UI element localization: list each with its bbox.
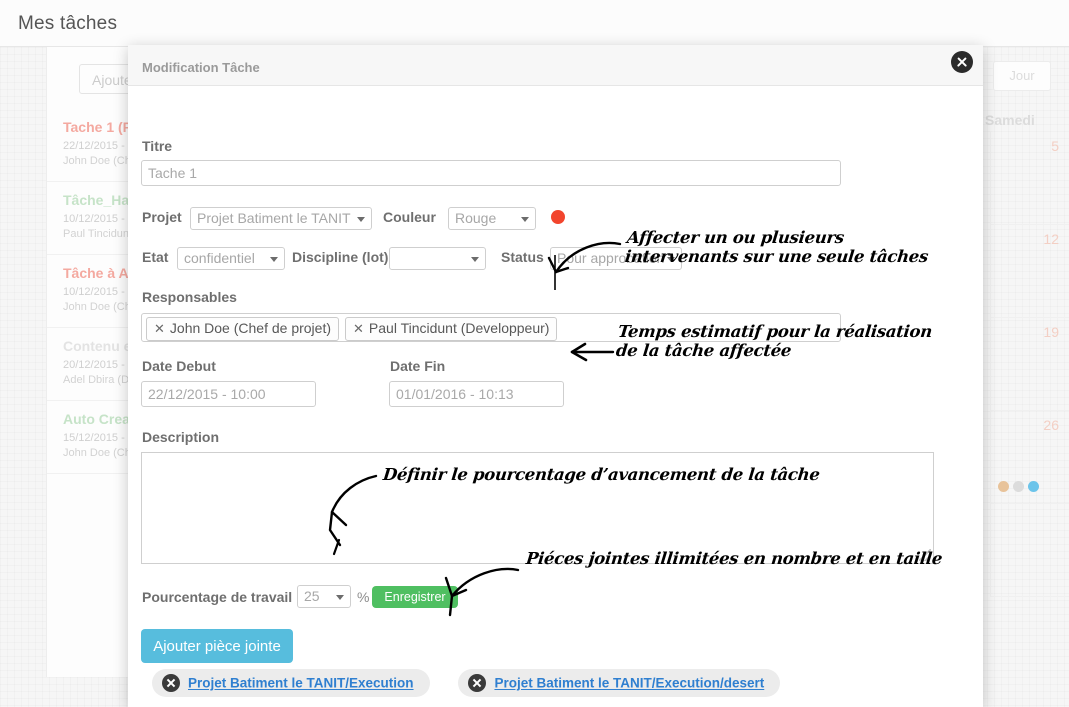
date-fin-label: Date Fin [390,358,446,374]
calendar-day-number: 12 [1043,231,1059,247]
pourcentage-select-value: 25 [304,588,320,604]
attachment-link[interactable]: Projet Batiment le TANIT/Execution [188,676,414,691]
chevron-down-icon [521,217,529,222]
event-dot [998,481,1009,492]
delete-circle-icon[interactable] [162,674,180,692]
projet-select-value: Projet Batiment le TANIT [197,210,351,226]
modal-body: Titre Projet Projet Batiment le TANIT Co… [128,86,983,707]
date-debut-label: Date Debut [142,358,216,374]
pourcentage-select[interactable]: 25 [297,585,351,608]
annotation-pourcentage: Définir le pourcentage d’avancement de l… [382,465,821,484]
attachment-link[interactable]: Projet Batiment le TANIT/Execution/deser… [494,676,764,691]
app-top-bar: Mes tâches [0,0,1069,47]
etat-select-value: confidentiel [184,250,255,266]
responsables-label: Responsables [142,289,237,305]
calendar-cell[interactable]: 19 [991,318,1069,411]
projet-select[interactable]: Projet Batiment le TANIT [190,207,372,230]
annotation-line: Définir le pourcentage d’avancement de l… [382,465,821,484]
titre-label: Titre [142,138,173,154]
annotation-date-fin: Temps estimatif pour la réalisation de l… [615,322,933,361]
x-icon[interactable]: ✕ [154,321,165,336]
attachment-chip[interactable]: Projet Batiment le TANIT/Execution/deser… [458,669,781,698]
color-swatch [551,210,565,224]
calendar-cell[interactable]: 5 [991,132,1069,225]
discipline-select[interactable] [389,247,486,270]
titre-input[interactable] [141,160,841,186]
annotation-line: Piéces jointes illimitées en nombre et e… [525,549,944,568]
description-label: Description [142,429,220,445]
event-dot [1013,481,1024,492]
save-percent-button[interactable]: Enregistrer [372,586,458,608]
event-dot [1028,481,1039,492]
chevron-down-icon [471,257,479,262]
couleur-select[interactable]: Rouge [448,207,536,230]
calendar-cell[interactable] [991,504,1069,597]
etat-select[interactable]: confidentiel [177,247,285,270]
couleur-select-value: Rouge [455,210,497,226]
calendar-day-number: 5 [1051,138,1059,154]
chevron-down-icon [336,595,344,600]
annotation-line: Temps estimatif pour la réalisation [617,322,933,341]
couleur-label: Couleur [383,209,436,225]
percent-sign: % [357,589,370,605]
annotation-attachments: Piéces jointes illimitées en nombre et e… [525,549,943,568]
calendar-column: 5 12 19 26 [990,132,1069,597]
tag[interactable]: ✕ Paul Tincidunt (Developpeur) [345,317,558,341]
calendar-day-number: 19 [1043,324,1059,340]
tag-label: John Doe (Chef de projet) [169,320,331,336]
calendar-event-dots [998,479,1043,497]
chevron-down-icon [357,217,365,222]
status-label: Status [501,249,544,265]
pourcentage-label: Pourcentage de travail [142,589,293,605]
edit-task-modal: Modification Tâche Titre Projet Projet B… [128,45,983,707]
date-debut-input[interactable] [141,381,316,407]
annotation-line: Affecter un ou plusieurs [626,228,845,247]
chevron-down-icon [270,257,278,262]
calendar-day-header: Samedi [985,112,1035,128]
calendar-cell[interactable]: 26 [991,411,1069,504]
page-title: Mes tâches [18,13,118,34]
attachment-chip[interactable]: Projet Batiment le TANIT/Execution [152,669,430,698]
date-fin-input[interactable] [389,381,564,407]
annotation-line: intervenants sur une seule tâches [624,247,929,267]
etat-label: Etat [142,249,169,265]
x-icon[interactable]: ✕ [353,321,364,336]
calendar-cell[interactable]: 12 [991,225,1069,318]
annotation-responsables: Affecter un ou plusieurs intervenants su… [624,228,931,267]
delete-circle-icon[interactable] [468,674,487,692]
projet-label: Projet [142,209,182,225]
close-icon[interactable] [951,51,973,73]
annotation-line: de la tâche affectée [615,341,793,361]
tag-label: Paul Tincidunt (Developpeur) [368,320,550,336]
view-day-button[interactable]: Jour [993,61,1051,91]
screenshot-root: Mes tâches Ajouter une tâche Tache 1 (Pr… [0,0,1069,707]
modal-title: Modification Tâche [142,60,260,75]
tag[interactable]: ✕ John Doe (Chef de projet) [146,317,339,341]
calendar-day-number: 26 [1043,417,1059,433]
attachments-row: Projet Batiment le TANIT/Execution Proje… [152,669,781,698]
add-attachment-button[interactable]: Ajouter pièce jointe [141,629,293,663]
discipline-label: Discipline (lot) [292,249,389,265]
modal-header: Modification Tâche [128,45,983,86]
